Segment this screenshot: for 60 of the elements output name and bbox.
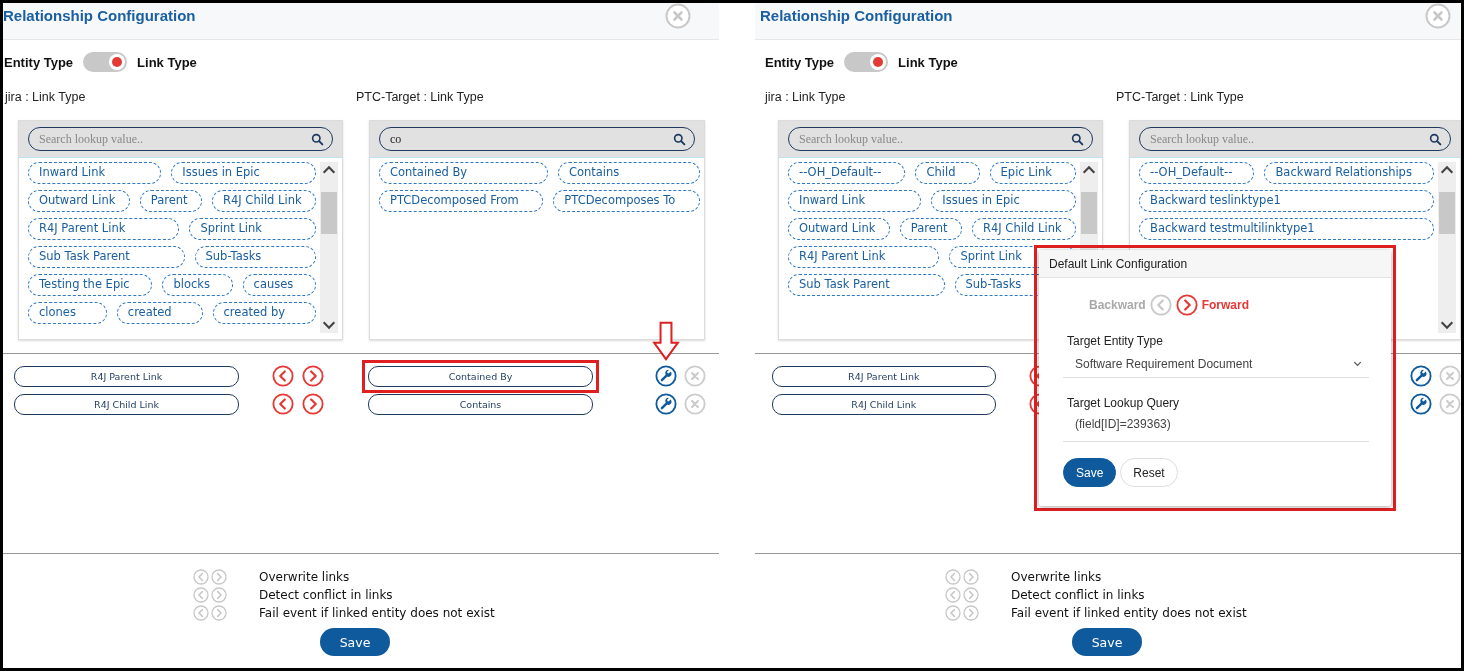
scrollbar[interactable]	[320, 162, 338, 333]
direction-label[interactable]: Forward	[1201, 298, 1250, 312]
toggle-label: Link Type	[898, 54, 958, 70]
scrollbar-thumb[interactable]	[321, 191, 337, 234]
mapped-link[interactable]: Contains	[368, 393, 593, 415]
option-label: Fail event if linked entity does not exist	[1011, 606, 1247, 620]
column-label: jira : Link Type	[765, 90, 847, 106]
field-label: Target Lookup Query	[1067, 396, 1180, 410]
option-label: Overwrite links	[259, 570, 350, 584]
search-icon[interactable]	[1071, 132, 1084, 146]
mapped-link[interactable]: R4J Child Link	[14, 393, 239, 415]
chevron-right-icon[interactable]	[302, 393, 324, 415]
wrench-icon[interactable]	[655, 393, 677, 415]
remove-icon[interactable]	[1439, 393, 1461, 415]
close-icon[interactable]	[1425, 3, 1451, 29]
save-button[interactable]: Save	[1063, 458, 1117, 487]
chevron-right-icon[interactable]	[302, 365, 324, 387]
remove-icon[interactable]	[684, 393, 706, 415]
wrench-icon[interactable]	[655, 365, 677, 387]
toggle-switch[interactable]	[844, 52, 889, 72]
scrollbar-thumb[interactable]	[1081, 191, 1097, 234]
search-icon[interactable]	[673, 132, 686, 146]
mapped-link[interactable]: Contained By	[368, 365, 593, 387]
search-field[interactable]: Search lookup value..	[1139, 127, 1451, 151]
toggle-label: Link Type	[137, 54, 197, 70]
search-icon[interactable]	[1429, 132, 1442, 146]
option-label: Fail event if linked entity does not exist	[259, 606, 495, 620]
chevron-left-icon[interactable]	[272, 365, 294, 387]
dialog-title: Relationship Configuration	[760, 7, 953, 24]
toggle-label: Entity Type	[4, 54, 74, 70]
field-label: Target Entity Type	[1067, 334, 1163, 348]
select-field[interactable]: Software Requirement Document	[1063, 356, 1369, 378]
toggle-label: Entity Type	[765, 54, 835, 70]
save-button[interactable]: Save	[1072, 628, 1142, 656]
remove-icon[interactable]	[684, 365, 706, 387]
wrench-icon[interactable]	[1410, 365, 1432, 387]
option-label: Detect conflict in links	[1011, 588, 1145, 602]
scrollbar-thumb[interactable]	[1439, 191, 1455, 234]
column-label: PTC-Target : Link Type	[356, 90, 485, 106]
close-icon[interactable]	[665, 3, 691, 29]
chevron-right-icon[interactable]	[1175, 294, 1198, 316]
save-button[interactable]: Save	[320, 628, 390, 656]
reset-button[interactable]: Reset	[1120, 458, 1178, 487]
mapped-link[interactable]: R4J Parent Link	[772, 365, 996, 387]
search-field[interactable]: co	[379, 127, 695, 151]
column-label: PTC-Target : Link Type	[1116, 90, 1245, 106]
wrench-icon[interactable]	[1410, 393, 1432, 415]
search-icon[interactable]	[311, 132, 324, 146]
option-label: Detect conflict in links	[259, 588, 393, 602]
mapped-link[interactable]: R4J Child Link	[772, 393, 996, 415]
toggle-switch[interactable]	[83, 52, 128, 72]
search-field[interactable]: Search lookup value..	[28, 127, 333, 151]
search-field[interactable]: Search lookup value..	[788, 127, 1093, 151]
mapped-link[interactable]: R4J Parent Link	[14, 365, 239, 387]
remove-icon[interactable]	[1439, 365, 1461, 387]
option-label: Overwrite links	[1011, 570, 1102, 584]
chevron-left-icon[interactable]	[272, 393, 294, 415]
dialog-title: Relationship Configuration	[3, 7, 196, 24]
scrollbar[interactable]	[1438, 162, 1456, 333]
column-label: jira : Link Type	[5, 90, 87, 106]
